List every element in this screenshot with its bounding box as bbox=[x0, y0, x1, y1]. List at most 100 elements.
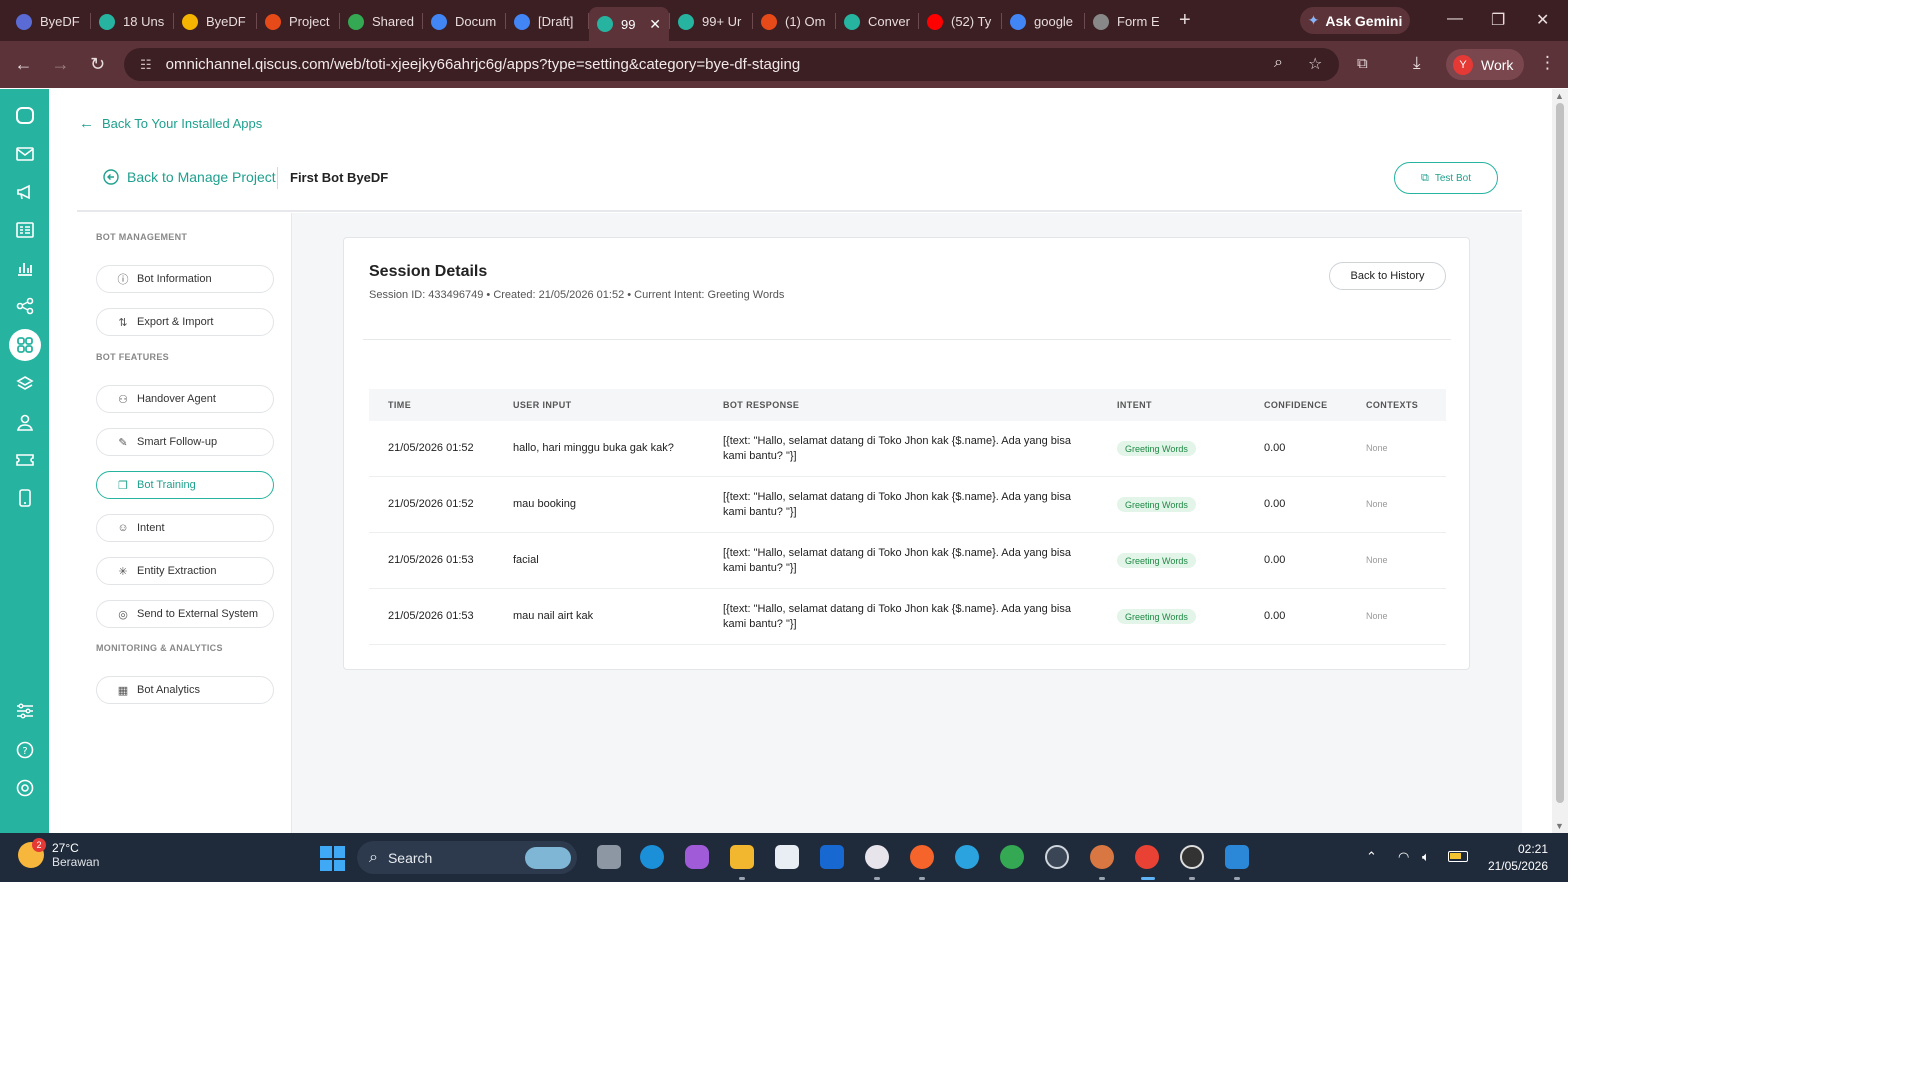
share-nodes-icon[interactable] bbox=[13, 294, 37, 318]
scrollbar-thumb[interactable] bbox=[1556, 103, 1564, 803]
browser-tab[interactable]: Form E bbox=[1085, 7, 1167, 37]
claude-icon[interactable] bbox=[1090, 845, 1114, 869]
sidebar-item-handover-agent[interactable]: ⚇ Handover Agent bbox=[96, 385, 274, 413]
apps-grid-icon[interactable] bbox=[9, 329, 41, 361]
list-card-icon[interactable] bbox=[13, 218, 37, 242]
cell-confidence: 0.00 bbox=[1264, 610, 1286, 622]
chat-icon[interactable] bbox=[13, 104, 37, 128]
browser-tab[interactable]: (1) Om bbox=[753, 7, 835, 37]
browser-tab[interactable]: [Draft] bbox=[506, 7, 588, 37]
help-icon[interactable]: ? bbox=[13, 738, 37, 762]
sidebar-item-bot-information[interactable]: ⓘ Bot Information bbox=[96, 265, 274, 293]
back-to-history-button[interactable]: Back to History bbox=[1329, 262, 1446, 290]
tab-title: google bbox=[1034, 14, 1074, 29]
system-clock[interactable]: 02:21 21/05/2026 bbox=[1484, 841, 1548, 875]
back-to-manage-project-link[interactable]: Back to Manage Project bbox=[103, 169, 276, 185]
task-view-icon[interactable] bbox=[597, 845, 621, 869]
profile-button[interactable]: Y Work bbox=[1446, 49, 1524, 80]
tab-title: Conver bbox=[868, 14, 910, 29]
user-icon: ⚇ bbox=[118, 393, 128, 406]
chrome-work-icon[interactable] bbox=[1135, 845, 1159, 869]
scroll-up-icon[interactable]: ▲ bbox=[1555, 91, 1564, 101]
pen-app-icon[interactable] bbox=[910, 845, 934, 869]
zoom-icon[interactable]: ⌕ bbox=[1274, 54, 1283, 72]
menu-dots-icon[interactable]: ⋮ bbox=[1539, 53, 1556, 73]
cell-time: 21/05/2026 01:52 bbox=[388, 498, 474, 510]
tray-chevron-icon[interactable]: ⌃ bbox=[1366, 849, 1377, 865]
agent-icon[interactable] bbox=[13, 410, 37, 434]
weather-widget[interactable]: 2 27°C Berawan bbox=[18, 838, 99, 869]
address-bar[interactable]: ☷ omnichannel.qiscus.com/web/toti-xjeejk… bbox=[124, 48, 1339, 81]
browser-tab[interactable]: Shared bbox=[340, 7, 422, 37]
forward-arrow-icon[interactable]: → bbox=[42, 54, 79, 75]
browser-tab[interactable]: 99 ✕ bbox=[589, 7, 669, 41]
wifi-icon[interactable]: ◠ bbox=[1398, 849, 1409, 865]
volume-icon[interactable]: 🔈︎ bbox=[1422, 849, 1430, 865]
browser-tab[interactable]: Conver bbox=[836, 7, 918, 37]
site-settings-icon[interactable]: ☷ bbox=[140, 57, 152, 73]
close-tab-icon[interactable]: ✕ bbox=[649, 16, 661, 33]
close-window-icon[interactable]: ✕ bbox=[1536, 10, 1549, 30]
sidebar-item-bot-training[interactable]: ❐ Bot Training bbox=[96, 471, 274, 499]
intent-badge: Greeting Words bbox=[1117, 497, 1196, 512]
sidebar-item-smart-follow-up[interactable]: ✎ Smart Follow-up bbox=[96, 428, 274, 456]
tab-favicon-icon bbox=[1093, 13, 1109, 30]
chrome-icon[interactable] bbox=[1000, 845, 1024, 869]
sidebar-item-send-to-external-system[interactable]: ◎ Send to External System bbox=[96, 600, 274, 628]
back-arrow-icon[interactable]: ← bbox=[5, 54, 42, 75]
layers-icon[interactable] bbox=[13, 372, 37, 396]
bookmark-star-icon[interactable]: ☆ bbox=[1308, 54, 1322, 74]
media-player-icon[interactable] bbox=[1180, 845, 1204, 869]
browser-tab[interactable]: (52) Ty bbox=[919, 7, 1001, 37]
slack-icon[interactable] bbox=[865, 845, 889, 869]
taskbar-search[interactable]: ⌕ Search bbox=[357, 841, 577, 874]
windows-start-icon[interactable] bbox=[320, 846, 345, 871]
weather-badge: 2 bbox=[32, 838, 46, 852]
browser-tab[interactable]: 18 Uns bbox=[91, 7, 173, 37]
bar-chart-icon[interactable] bbox=[13, 256, 37, 280]
browser-tab[interactable]: google bbox=[1002, 7, 1084, 37]
page-scrollbar[interactable]: ▲ ▼ bbox=[1552, 89, 1568, 833]
file-explorer-icon[interactable] bbox=[730, 845, 754, 869]
download-icon[interactable]: ⤓ bbox=[1413, 53, 1421, 73]
col-time: TIME bbox=[388, 400, 412, 410]
sidebar-item-entity-extraction[interactable]: ✳ Entity Extraction bbox=[96, 557, 274, 585]
sidebar-item-intent[interactable]: ☺ Intent bbox=[96, 514, 274, 542]
minimize-icon[interactable]: — bbox=[1447, 10, 1463, 28]
ask-gemini-button[interactable]: ✦ Ask Gemini bbox=[1300, 7, 1410, 34]
mail-icon[interactable] bbox=[13, 142, 37, 166]
mobile-icon[interactable] bbox=[13, 486, 37, 510]
back-to-installed-apps-link[interactable]: ← Back To Your Installed Apps bbox=[79, 115, 262, 132]
browser-tab[interactable]: Docum bbox=[423, 7, 505, 37]
ticket-icon[interactable] bbox=[13, 448, 37, 472]
test-bot-button[interactable]: ⧉ Test Bot bbox=[1394, 162, 1498, 194]
lens-icon[interactable]: ⧉ bbox=[1357, 55, 1368, 72]
browser-tab[interactable]: ByeDF bbox=[8, 7, 90, 37]
new-tab-button[interactable]: + bbox=[1167, 9, 1203, 32]
table-header: TIME USER INPUT BOT RESPONSE INTENT CONF… bbox=[369, 389, 1446, 421]
sidebar-item-bot-analytics[interactable]: ▦ Bot Analytics bbox=[96, 676, 274, 704]
obs-icon[interactable] bbox=[1045, 845, 1069, 869]
running-indicator bbox=[874, 877, 880, 880]
sidebar-item-export-import[interactable]: ⇅ Export & Import bbox=[96, 308, 274, 336]
telegram-icon[interactable] bbox=[955, 845, 979, 869]
power-icon[interactable] bbox=[13, 776, 37, 800]
analytics-icon: ▦ bbox=[117, 684, 129, 697]
megaphone-icon[interactable] bbox=[13, 180, 37, 204]
scroll-down-icon[interactable]: ▼ bbox=[1555, 821, 1564, 831]
trello-icon[interactable] bbox=[820, 845, 844, 869]
restore-icon[interactable]: ❐ bbox=[1491, 10, 1505, 30]
copilot-icon[interactable] bbox=[685, 845, 709, 869]
browser-tab[interactable]: Project bbox=[257, 7, 339, 37]
sliders-icon[interactable] bbox=[13, 699, 37, 723]
external-link-icon: ⧉ bbox=[1421, 171, 1429, 184]
photos-icon[interactable] bbox=[1225, 845, 1249, 869]
edge-icon[interactable] bbox=[640, 845, 664, 869]
browser-tab[interactable]: 99+ Ur bbox=[670, 7, 752, 37]
reload-icon[interactable]: ↻ bbox=[79, 54, 116, 75]
battery-icon[interactable] bbox=[1448, 851, 1468, 862]
browser-tab[interactable]: ByeDF bbox=[174, 7, 256, 37]
tab-favicon-icon bbox=[265, 13, 281, 30]
session-table: TIME USER INPUT BOT RESPONSE INTENT CONF… bbox=[369, 389, 1446, 645]
store-icon[interactable] bbox=[775, 845, 799, 869]
